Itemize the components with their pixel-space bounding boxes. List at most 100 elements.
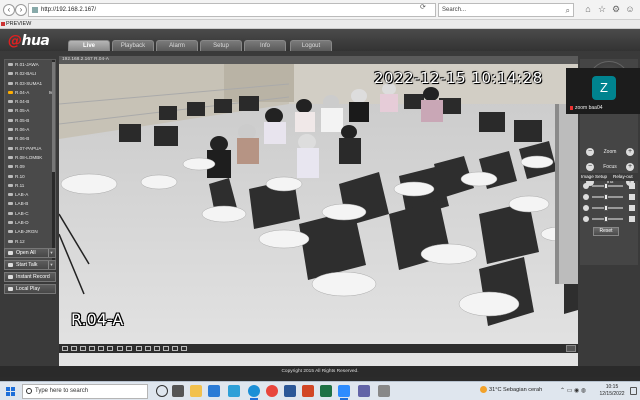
layout-16-icon[interactable] <box>98 346 104 351</box>
back-icon[interactable]: ‹ <box>3 4 15 16</box>
channel-list-scrollbar[interactable] <box>52 60 55 264</box>
contrast-slider[interactable] <box>583 193 635 201</box>
record-icon[interactable] <box>154 346 160 351</box>
stream-select[interactable] <box>566 345 576 352</box>
address-bar[interactable]: http://192.168.2.167/ <box>28 3 436 17</box>
channel-item[interactable]: R.06-B <box>5 134 55 143</box>
layout-1-icon[interactable] <box>62 346 68 351</box>
edge-icon[interactable] <box>248 385 260 400</box>
stream-icon[interactable] <box>181 346 187 351</box>
start-talk-button[interactable]: Start Talk ▼ <box>4 260 56 270</box>
smiley-icon[interactable]: ☺ <box>624 3 636 15</box>
tab-alarm[interactable]: Alarm <box>156 40 198 51</box>
mail-icon[interactable] <box>208 385 220 397</box>
channel-item[interactable]: LAB-B <box>5 199 55 208</box>
taskbar-search-input[interactable]: Type here to search <box>22 384 148 399</box>
audio-icon[interactable] <box>163 346 169 351</box>
channel-item[interactable]: R.03-SUMA1 <box>5 79 55 88</box>
saturation-slider[interactable] <box>583 204 635 212</box>
zoom-out-button[interactable]: − <box>586 148 594 156</box>
notification-icon[interactable] <box>630 387 637 395</box>
fullscreen-icon[interactable] <box>126 346 132 351</box>
chevron-down-icon[interactable]: ▼ <box>48 261 54 269</box>
channel-item[interactable]: R.07-PAPUA <box>5 144 55 153</box>
reset-button[interactable]: Reset <box>593 227 619 236</box>
channel-item[interactable]: R.04-B <box>5 97 55 106</box>
channel-label: LAB-A <box>15 192 29 198</box>
tab-info[interactable]: Info <box>244 40 286 51</box>
channel-item[interactable]: LAB-C <box>5 209 55 218</box>
windows-start-icon[interactable] <box>6 387 15 396</box>
system-tray[interactable]: ⌃ ▭ ◉ ◍ <box>560 387 586 394</box>
gear-icon[interactable]: ⚙ <box>610 3 622 15</box>
layout-4-icon[interactable] <box>71 346 77 351</box>
fit-window-icon[interactable] <box>136 346 142 351</box>
focus-far-button[interactable]: + <box>626 163 634 171</box>
channel-item[interactable]: R.02-BALI <box>5 69 55 78</box>
layout-36-icon[interactable] <box>117 346 123 351</box>
zoom-participant-tile[interactable]: Z zoom baa04 <box>566 68 640 114</box>
app-icon[interactable] <box>378 385 390 397</box>
channel-item[interactable]: R.08-LOMBK <box>5 153 55 162</box>
browser-tab[interactable]: PREVIEW <box>0 20 640 29</box>
store-icon[interactable] <box>228 385 240 397</box>
channel-item[interactable]: LAB-D <box>5 218 55 227</box>
channel-item[interactable]: LAB-A <box>5 190 55 199</box>
task-view-icon[interactable] <box>172 385 184 397</box>
powerpoint-icon[interactable] <box>302 385 314 397</box>
instant-record-button[interactable]: Instant Record <box>4 272 56 282</box>
chevron-down-icon[interactable]: ▼ <box>48 249 54 257</box>
channel-item[interactable]: LAB-JRGN <box>5 227 55 236</box>
taskbar-clock[interactable]: 10:15 12/15/2022 <box>597 384 627 398</box>
zoom-icon[interactable] <box>172 346 178 351</box>
chrome-icon[interactable] <box>266 385 278 397</box>
tab-image-setup[interactable]: Image Setup <box>581 173 607 181</box>
hue-icon <box>583 216 589 222</box>
channel-item[interactable]: R.10 <box>5 172 55 181</box>
excel-icon[interactable] <box>320 385 332 397</box>
layout-9-icon[interactable] <box>89 346 95 351</box>
channel-item[interactable]: R.12 <box>5 237 55 246</box>
channel-label: R.02-BALI <box>15 71 37 77</box>
weather-widget[interactable]: 31°C Sebagian cerah <box>480 386 542 393</box>
channel-item[interactable]: R.09 <box>5 162 55 171</box>
tab-playback[interactable]: Playback <box>112 40 154 51</box>
brightness-slider[interactable] <box>583 182 635 190</box>
camera-icon <box>8 109 13 113</box>
live-video-feed[interactable]: 2022-12-15 10:14:28 R.04-A <box>59 64 578 371</box>
contrast-icon <box>583 194 589 200</box>
file-explorer-icon[interactable] <box>190 385 202 397</box>
refresh-icon[interactable]: ⟳ <box>420 3 426 11</box>
open-all-button[interactable]: Open All ▼ <box>4 248 56 258</box>
channel-label: R.04-A <box>15 89 30 95</box>
home-icon[interactable]: ⌂ <box>582 3 594 15</box>
forward-icon[interactable]: › <box>15 4 27 16</box>
cortana-icon[interactable] <box>156 385 168 397</box>
channel-item[interactable]: R.11 <box>5 181 55 190</box>
word-icon[interactable] <box>284 385 296 397</box>
teams-icon[interactable] <box>358 385 370 397</box>
focus-near-button[interactable]: − <box>586 163 594 171</box>
tab-relay-out[interactable]: Relay-out <box>613 173 633 181</box>
browser-search-input[interactable]: Search... ⌕ <box>438 3 574 17</box>
tab-setup[interactable]: Setup <box>200 40 242 51</box>
channel-item[interactable]: R.05-A <box>5 106 55 115</box>
tab-live[interactable]: Live <box>68 40 110 51</box>
tab-logout[interactable]: Logout <box>290 40 332 51</box>
layout-8-icon[interactable] <box>80 346 86 351</box>
hue-slider[interactable] <box>583 215 635 223</box>
favorites-star-icon[interactable]: ☆ <box>596 3 608 15</box>
local-play-button[interactable]: Local Play <box>4 284 56 294</box>
channel-item[interactable]: R.04-AM <box>5 88 55 97</box>
zoom-in-button[interactable]: + <box>626 148 634 156</box>
sun-icon <box>480 386 487 393</box>
zoom-label: Zoom <box>603 149 617 155</box>
channel-item[interactable]: R.06-A <box>5 125 55 134</box>
search-icon[interactable]: ⌕ <box>566 5 570 17</box>
zoom-app-icon[interactable] <box>338 385 350 400</box>
channel-item[interactable]: R.01-JAWA <box>5 60 55 69</box>
clock-date: 12/15/2022 <box>599 391 625 397</box>
snapshot-icon[interactable] <box>145 346 151 351</box>
layout-25-icon[interactable] <box>107 346 113 351</box>
channel-item[interactable]: R.05-B <box>5 116 55 125</box>
